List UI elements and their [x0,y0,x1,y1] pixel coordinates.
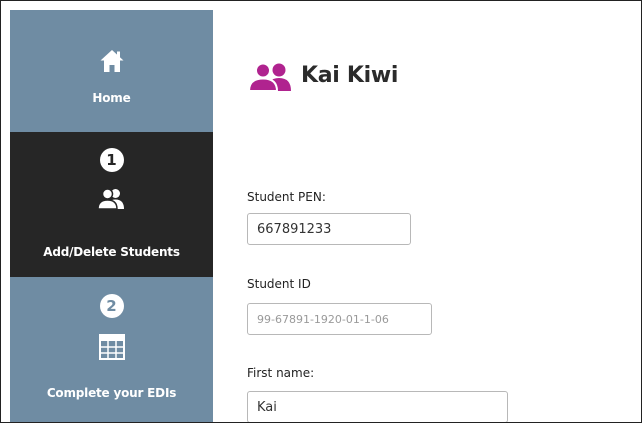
main-content: Kai Kiwi Student PEN: Student ID First n… [213,1,641,422]
student-pen-input[interactable] [247,213,411,245]
step-number-badge: 2 [99,294,124,318]
sidebar-item-home[interactable]: Home [10,10,213,132]
first-name-input[interactable] [247,391,508,422]
page-title: Kai Kiwi [301,63,399,88]
app-frame: Home 1 Add/Delete Students 2 Complete yo… [0,0,642,423]
sidebar-item-complete-edis[interactable]: 2 Complete your EDIs [10,277,213,422]
table-icon [98,334,125,360]
sidebar-item-label: Add/Delete Students [43,245,180,259]
student-pen-label: Student PEN: [247,190,326,204]
student-id-label: Student ID [247,277,311,291]
student-id-input[interactable] [247,303,432,335]
users-icon [247,62,291,92]
sidebar: Home 1 Add/Delete Students 2 Complete yo… [10,10,213,422]
users-icon [96,188,124,210]
first-name-label: First name: [247,366,315,380]
home-icon [100,50,123,72]
sidebar-item-label: Complete your EDIs [46,386,177,400]
sidebar-item-label: Home [92,91,131,105]
sidebar-item-add-delete-students[interactable]: 1 Add/Delete Students [10,132,213,277]
step-number-badge: 1 [99,148,124,172]
